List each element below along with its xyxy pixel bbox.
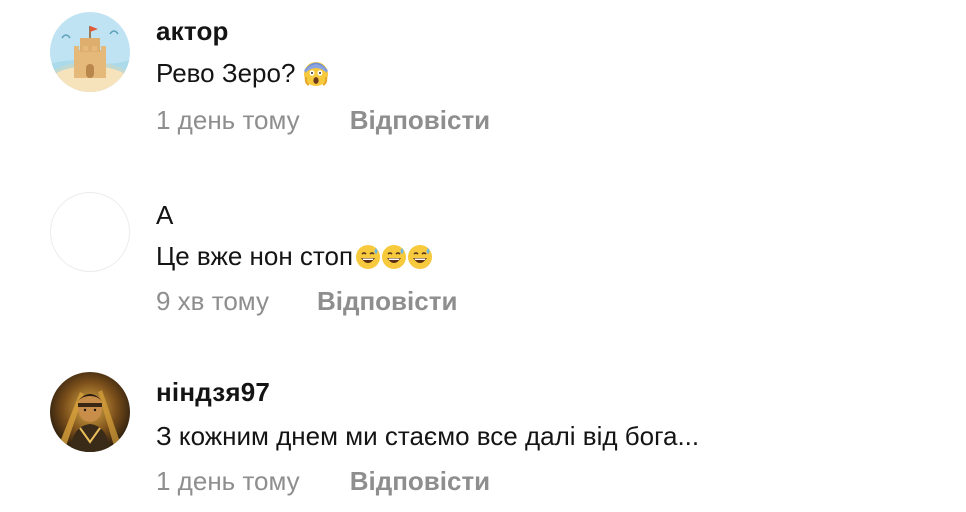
comment-item: ніндзя97 З кожним днем ми стаємо все дал… bbox=[0, 360, 966, 510]
reply-button[interactable]: Відповісти bbox=[350, 105, 490, 136]
comment-author[interactable]: актор bbox=[156, 16, 229, 47]
comment-author[interactable]: ніндзя97 bbox=[156, 377, 270, 408]
sweat-smile-emoji-icon bbox=[381, 244, 407, 270]
comment-text-content: Рево Зеро? bbox=[156, 58, 296, 88]
comment-meta: 1 день тому Відповісти bbox=[156, 105, 490, 136]
comment-timestamp: 1 день тому bbox=[156, 105, 300, 135]
sweat-smile-emoji-icon bbox=[407, 244, 433, 270]
comment-text-content: Це вже нон стоп bbox=[156, 241, 354, 271]
comment-text: Це вже нон стоп bbox=[156, 241, 433, 272]
reply-button[interactable]: Відповісти bbox=[317, 286, 457, 317]
ninja-avatar[interactable] bbox=[50, 372, 130, 452]
comment-meta: 9 хв тому Відповісти bbox=[156, 286, 457, 317]
sandcastle-avatar[interactable] bbox=[50, 12, 130, 92]
comment-timestamp: 9 хв тому bbox=[156, 286, 269, 316]
comment-item: А Це вже нон стоп 9 хв тому Відповісти bbox=[0, 180, 966, 330]
sweat-smile-emoji-icon bbox=[355, 244, 381, 270]
comment-item: актор Рево Зеро? 1 день тому Відповісти bbox=[0, 0, 966, 150]
comment-text: Рево Зеро? bbox=[156, 58, 329, 89]
comment-text-content: З кожним днем ми стаємо все далі від бог… bbox=[156, 421, 700, 451]
comment-author[interactable]: А bbox=[156, 200, 174, 231]
blank-avatar[interactable] bbox=[50, 192, 130, 272]
comment-text: З кожним днем ми стаємо все далі від бог… bbox=[156, 421, 699, 452]
scream-emoji-icon bbox=[303, 61, 329, 87]
comment-meta: 1 день тому Відповісти bbox=[156, 466, 490, 497]
reply-button[interactable]: Відповісти bbox=[350, 466, 490, 497]
comment-timestamp: 1 день тому bbox=[156, 466, 300, 496]
